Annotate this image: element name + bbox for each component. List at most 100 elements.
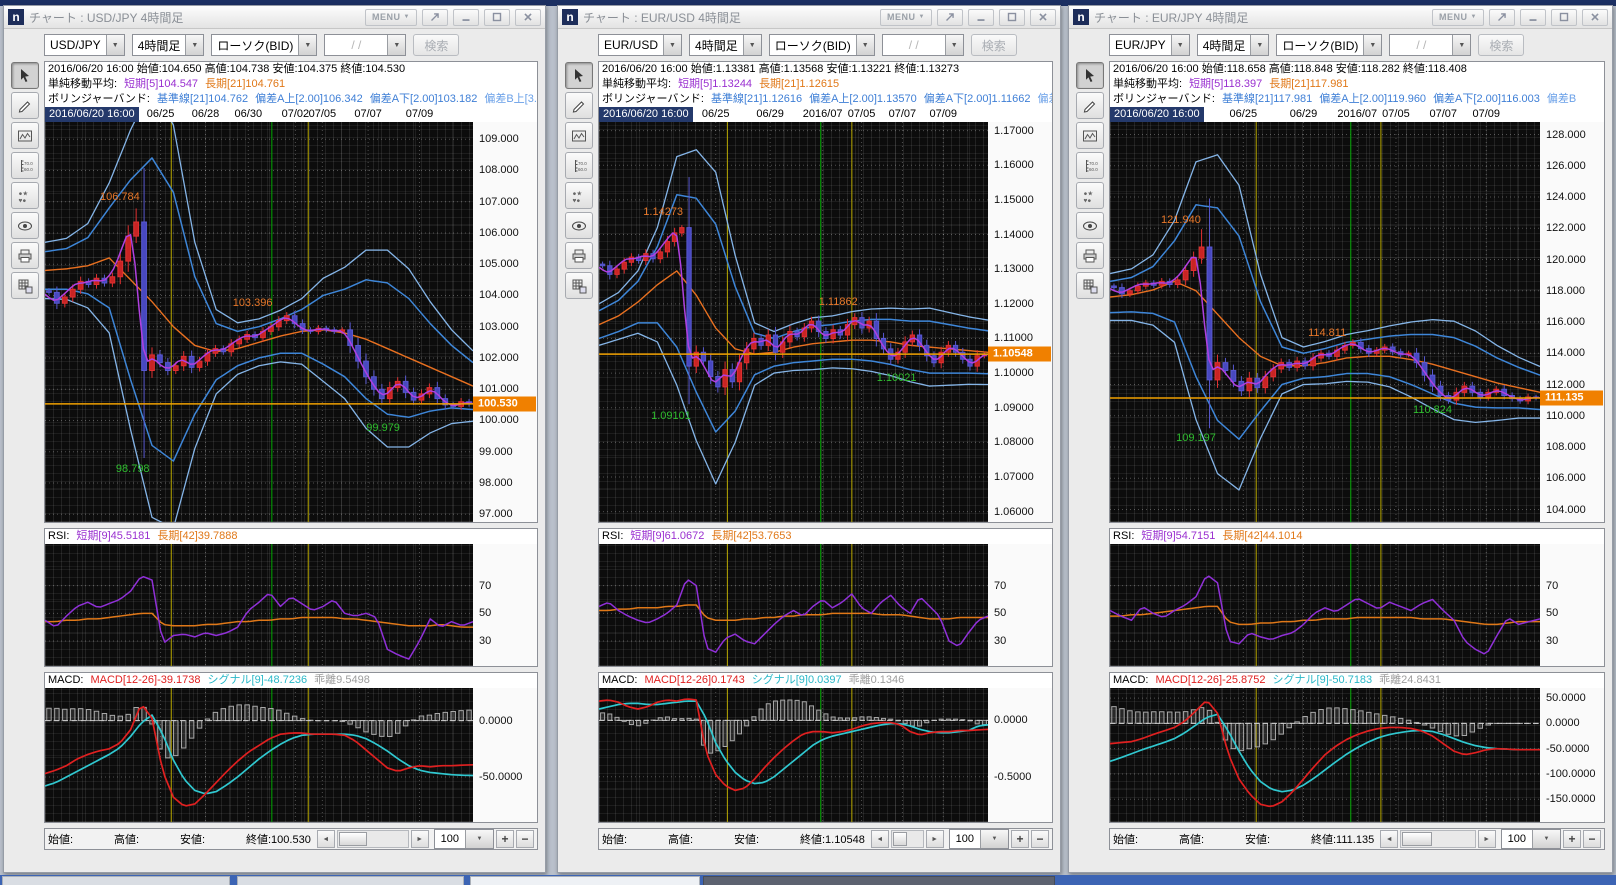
bottom-status-bar: 始値: 高値: 安値: 終値:100.530 ◄ ► 100 ▼ + −: [44, 828, 538, 850]
rsi-plot[interactable]: [45, 544, 473, 666]
marker-symbols-icon: ●★♥●: [571, 188, 587, 204]
draw-tool-button[interactable]: [565, 92, 593, 119]
price-type-select[interactable]: ローソク(BID) ▼: [1276, 34, 1382, 56]
scroll-track[interactable]: [1400, 830, 1475, 848]
minimize-button[interactable]: [453, 9, 479, 26]
price-type-select[interactable]: ローソク(BID) ▼: [211, 34, 317, 56]
visibility-button[interactable]: [565, 212, 593, 239]
cursor-tool-button[interactable]: [565, 62, 593, 89]
macd-plot[interactable]: [1110, 688, 1540, 822]
draw-tool-button[interactable]: [1076, 92, 1104, 119]
taskbar-button[interactable]: [703, 876, 1055, 885]
maximize-button[interactable]: [484, 9, 510, 26]
pair-select[interactable]: EUR/USD ▼: [598, 34, 682, 56]
save-chart-button[interactable]: [565, 272, 593, 299]
maximize-button[interactable]: [1551, 9, 1577, 26]
popout-button[interactable]: [1489, 9, 1515, 26]
print-button[interactable]: [565, 242, 593, 269]
cursor-tool-button[interactable]: [1076, 62, 1104, 89]
price-annotation: 121.940: [1161, 214, 1201, 226]
macd-plot[interactable]: [45, 688, 473, 822]
rsi-plot[interactable]: [599, 544, 988, 666]
scroll-thumb[interactable]: [339, 832, 368, 846]
print-button[interactable]: [1076, 242, 1104, 269]
search-button[interactable]: 検索: [971, 34, 1017, 56]
bar-count-select[interactable]: 100 ▼: [949, 829, 1009, 849]
x-axis-tick: 07/05: [848, 107, 876, 122]
scroll-track[interactable]: [337, 830, 409, 848]
scroll-right-button[interactable]: ►: [1478, 830, 1496, 848]
timeframe-select[interactable]: 4時間足 ▼: [132, 34, 205, 56]
scroll-right-button[interactable]: ►: [926, 830, 944, 848]
scroll-left-button[interactable]: ◄: [1380, 830, 1398, 848]
close-button[interactable]: [515, 9, 541, 26]
minimize-button[interactable]: [968, 9, 994, 26]
date-input[interactable]: / / ▼: [882, 34, 964, 56]
taskbar-button[interactable]: [237, 876, 464, 885]
axis-scale-button[interactable]: 70.060.0: [11, 152, 39, 179]
visibility-button[interactable]: [11, 212, 39, 239]
axis-scale-button[interactable]: 70.060.0: [1076, 152, 1104, 179]
menu-button[interactable]: MENU ▼: [1432, 9, 1484, 26]
zoom-out-button[interactable]: −: [516, 830, 534, 848]
window-titlebar[interactable]: n チャート : EUR/USD 4時間足 MENU ▼: [558, 6, 1060, 29]
scroll-thumb[interactable]: [893, 832, 907, 846]
zoom-out-button[interactable]: −: [1583, 830, 1601, 848]
taskbar-button[interactable]: [470, 876, 700, 885]
axis-scale-button[interactable]: 70.060.0: [565, 152, 593, 179]
save-chart-button[interactable]: [11, 272, 39, 299]
minimize-button[interactable]: [1520, 9, 1546, 26]
marker-tool-button[interactable]: ●★♥●: [565, 182, 593, 209]
menu-button[interactable]: MENU ▼: [365, 9, 417, 26]
sma-label: 単純移動平均:: [48, 78, 117, 90]
indicator-settings-button[interactable]: [1076, 122, 1104, 149]
scroll-left-button[interactable]: ◄: [871, 830, 889, 848]
main-chart-plot[interactable]: 1.142731.118621.091011.10021: [599, 122, 988, 522]
search-button[interactable]: 検索: [1478, 34, 1524, 56]
scroll-right-button[interactable]: ►: [411, 830, 429, 848]
bollinger-dev-a-up-value: 偏差A上[2.00]106.342: [255, 93, 363, 105]
date-input[interactable]: / / ▼: [324, 34, 406, 56]
marker-tool-button[interactable]: ●★♥●: [1076, 182, 1104, 209]
draw-tool-button[interactable]: [11, 92, 39, 119]
zoom-in-button[interactable]: +: [496, 830, 514, 848]
scroll-track[interactable]: [891, 830, 924, 848]
cursor-tool-button[interactable]: [11, 62, 39, 89]
caret-down-icon: ▼: [106, 35, 124, 55]
popout-button[interactable]: [937, 9, 963, 26]
indicator-settings-button[interactable]: [11, 122, 39, 149]
search-button[interactable]: 検索: [413, 34, 459, 56]
zoom-in-button[interactable]: +: [1011, 830, 1029, 848]
rsi-plot[interactable]: [1110, 544, 1540, 666]
main-chart-plot[interactable]: 106.784103.39698.79899.979: [45, 122, 473, 522]
close-button[interactable]: [1582, 9, 1608, 26]
y-axis-label: 112.000: [1546, 379, 1585, 391]
timeframe-select[interactable]: 4時間足 ▼: [1197, 34, 1270, 56]
bar-count-select[interactable]: 100 ▼: [434, 829, 494, 849]
taskbar-button[interactable]: [2, 876, 230, 885]
window-titlebar[interactable]: n チャート : USD/JPY 4時間足 MENU ▼: [4, 6, 545, 29]
close-icon: [1588, 10, 1602, 24]
popout-button[interactable]: [422, 9, 448, 26]
pair-select[interactable]: EUR/JPY ▼: [1109, 34, 1190, 56]
scroll-left-button[interactable]: ◄: [317, 830, 335, 848]
maximize-button[interactable]: [999, 9, 1025, 26]
zoom-out-button[interactable]: −: [1031, 830, 1049, 848]
close-button[interactable]: [1030, 9, 1056, 26]
date-input[interactable]: / / ▼: [1389, 34, 1471, 56]
visibility-button[interactable]: [1076, 212, 1104, 239]
indicator-settings-button[interactable]: [565, 122, 593, 149]
window-titlebar[interactable]: n チャート : EUR/JPY 4時間足 MENU ▼: [1069, 6, 1612, 29]
save-chart-button[interactable]: [1076, 272, 1104, 299]
marker-tool-button[interactable]: ●★♥●: [11, 182, 39, 209]
menu-button[interactable]: MENU ▼: [880, 9, 932, 26]
scroll-thumb[interactable]: [1402, 832, 1432, 846]
bar-count-select[interactable]: 100 ▼: [1501, 829, 1561, 849]
print-button[interactable]: [11, 242, 39, 269]
main-chart-plot[interactable]: 121.940114.811109.197110.824: [1110, 122, 1540, 522]
zoom-in-button[interactable]: +: [1563, 830, 1581, 848]
macd-plot[interactable]: [599, 688, 988, 822]
pair-select[interactable]: USD/JPY ▼: [44, 34, 125, 56]
timeframe-select[interactable]: 4時間足 ▼: [689, 34, 762, 56]
price-type-select[interactable]: ローソク(BID) ▼: [769, 34, 875, 56]
